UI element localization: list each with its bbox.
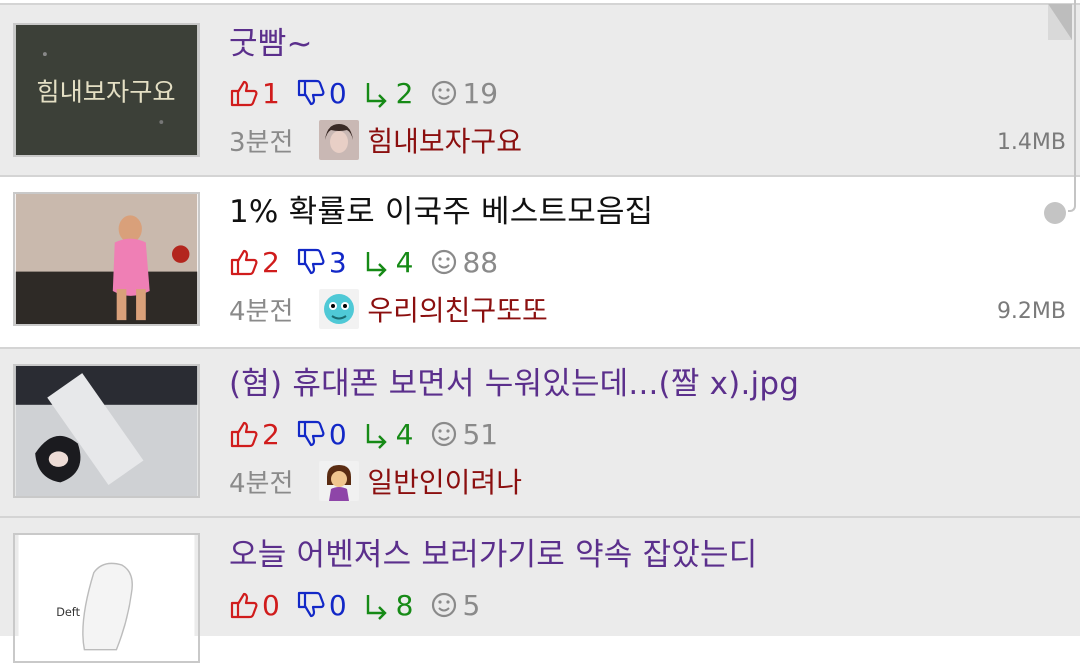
post-time: 4분전	[229, 296, 294, 327]
downvote-stat[interactable]: 0	[296, 77, 347, 110]
thumbs-up-icon	[230, 421, 258, 448]
downvote-stat[interactable]: 0	[296, 418, 347, 451]
upvote-stat[interactable]: 2	[229, 246, 280, 279]
share-count: 4	[395, 417, 414, 451]
post-row[interactable]: (혐) 휴대폰 보면서 누워있는데...(짤 x).jpg 2 0 4 51 4…	[0, 347, 1080, 519]
share-stat[interactable]: 4	[363, 417, 414, 451]
author-avatar[interactable]	[319, 461, 360, 501]
thumbnail-image: 힘내보자구요	[15, 25, 198, 155]
post-thumbnail[interactable]	[13, 192, 200, 326]
post-thumbnail[interactable]	[13, 364, 200, 498]
post-stats: 0 0 8 5	[229, 587, 496, 623]
file-size: 9.2MB	[996, 299, 1066, 324]
post-stats: 2 3 4 88	[229, 244, 514, 280]
share-stat[interactable]: 4	[363, 245, 414, 279]
post-meta: 4분전 우리의친구또또	[229, 289, 548, 329]
upvote-count: 0	[262, 588, 280, 622]
smiley-comment-icon	[432, 592, 457, 618]
avatar-image	[319, 120, 360, 160]
downvote-count: 0	[328, 76, 347, 110]
thumbs-down-icon	[297, 79, 325, 106]
share-stat[interactable]: 8	[363, 588, 414, 622]
thumbnail-caption: 힘내보자구요	[36, 78, 175, 107]
thumbs-down-icon	[297, 420, 325, 447]
upvote-count: 1	[262, 76, 280, 110]
downvote-stat[interactable]: 3	[296, 246, 347, 279]
post-thumbnail[interactable]: 힘내보자구요	[13, 23, 200, 157]
post-time: 4분전	[229, 468, 294, 499]
upvote-stat[interactable]: 0	[229, 589, 280, 622]
comment-stat[interactable]: 88	[429, 246, 498, 279]
share-arrow-icon	[366, 83, 387, 108]
comment-stat[interactable]: 5	[429, 589, 480, 622]
smiley-comment-icon	[432, 421, 457, 447]
post-title[interactable]: 오늘 어벤져스 보러가기로 약속 잡았는디	[229, 535, 757, 575]
share-arrow-icon	[366, 424, 387, 449]
upvote-count: 2	[262, 417, 280, 451]
post-row[interactable]: 1% 확률로 이국주 베스트모음집 2 3 4 88 4분전 우리의친구또또 9…	[0, 175, 1080, 347]
page-curl-icon	[1048, 4, 1072, 40]
comment-stat[interactable]: 51	[429, 418, 498, 451]
comment-count: 51	[462, 417, 499, 451]
comment-count: 19	[462, 76, 499, 110]
post-thumbnail[interactable]: Deft	[13, 533, 200, 663]
author-name[interactable]: 힘내보자구요	[367, 120, 522, 160]
author-avatar[interactable]	[319, 289, 360, 329]
share-count: 4	[395, 245, 414, 279]
post-title[interactable]: (혐) 휴대폰 보면서 누워있는데...(짤 x).jpg	[229, 364, 799, 404]
post-stats: 2 0 4 51	[229, 416, 514, 452]
file-size: 1.4MB	[996, 130, 1066, 155]
thumbs-up-icon	[230, 592, 258, 619]
post-row[interactable]: 힘내보자구요 굿빰~ 1 0 2 19 3분전 힘내보자구요 1.4MB	[0, 3, 1080, 175]
downvote-count: 0	[328, 588, 347, 622]
upvote-count: 2	[262, 245, 280, 279]
post-meta: 4분전 일반인이려나	[229, 461, 522, 501]
author-avatar[interactable]	[319, 120, 360, 160]
thumbs-up-icon	[230, 249, 258, 276]
unread-indicator	[1044, 202, 1066, 224]
comment-count: 88	[462, 245, 499, 279]
share-arrow-icon	[366, 252, 387, 277]
share-stat[interactable]: 2	[363, 76, 414, 110]
thumbs-down-icon	[297, 591, 325, 618]
post-title[interactable]: 1% 확률로 이국주 베스트모음집	[229, 192, 653, 232]
downvote-count: 3	[328, 245, 347, 279]
post-stats: 1 0 2 19	[229, 75, 514, 111]
post-feed: 힘내보자구요 굿빰~ 1 0 2 19 3분전 힘내보자구요 1.4MB 1% …	[0, 0, 1080, 663]
downvote-stat[interactable]: 0	[296, 589, 347, 622]
avatar-image	[319, 461, 360, 501]
thumbnail-image	[15, 194, 198, 324]
author-name[interactable]: 우리의친구또또	[367, 289, 547, 329]
post-title[interactable]: 굿빰~	[229, 24, 313, 64]
avatar-image	[319, 289, 360, 329]
upvote-stat[interactable]: 1	[229, 77, 280, 110]
post-time: 3분전	[229, 127, 294, 158]
thumbs-up-icon	[230, 80, 258, 107]
thumbnail-image: Deft	[18, 535, 195, 661]
comment-count: 5	[462, 588, 481, 622]
thumbnail-caption: Deft	[56, 606, 80, 619]
thumbnail-image	[15, 366, 198, 496]
share-arrow-icon	[366, 595, 387, 620]
smiley-comment-icon	[432, 249, 457, 275]
downvote-count: 0	[328, 417, 347, 451]
post-meta: 3분전 힘내보자구요	[229, 120, 522, 160]
author-name[interactable]: 일반인이려나	[367, 461, 522, 501]
thumbs-down-icon	[297, 248, 325, 275]
upvote-stat[interactable]: 2	[229, 418, 280, 451]
share-count: 8	[395, 588, 414, 622]
smiley-comment-icon	[432, 80, 457, 106]
share-count: 2	[395, 76, 414, 110]
comment-stat[interactable]: 19	[429, 77, 498, 110]
post-row[interactable]: Deft 오늘 어벤져스 보러가기로 약속 잡았는디 0 0 8 5	[0, 516, 1080, 663]
